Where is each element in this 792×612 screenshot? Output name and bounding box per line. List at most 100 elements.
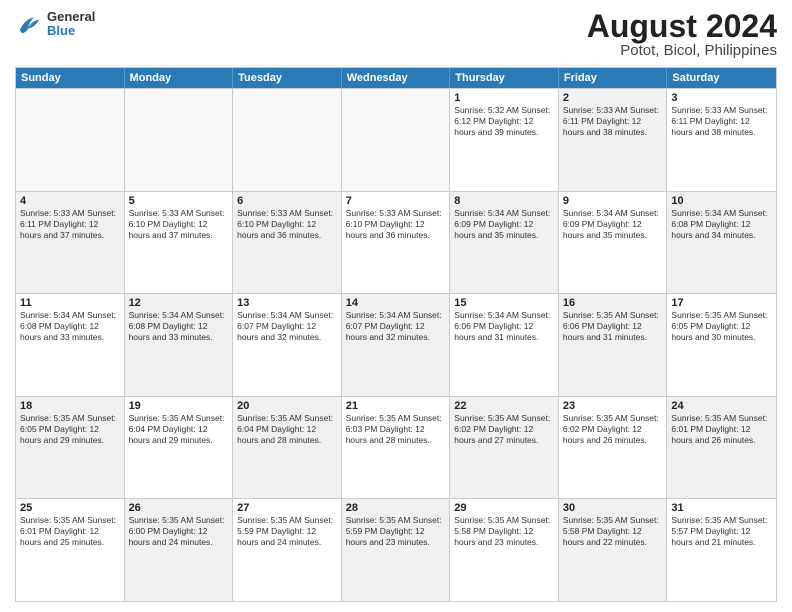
day-number: 5: [129, 195, 229, 207]
calendar-cell-15: 15Sunrise: 5:34 AM Sunset: 6:06 PM Dayli…: [450, 294, 559, 396]
day-number: 1: [454, 92, 554, 104]
page: General Blue August 2024 Potot, Bicol, P…: [0, 0, 792, 612]
day-info: Sunrise: 5:35 AM Sunset: 6:04 PM Dayligh…: [237, 413, 337, 446]
calendar-cell-9: 9Sunrise: 5:34 AM Sunset: 6:09 PM Daylig…: [559, 192, 668, 294]
day-number: 11: [20, 297, 120, 309]
day-number: 27: [237, 502, 337, 514]
calendar-cell-4: 4Sunrise: 5:33 AM Sunset: 6:11 PM Daylig…: [16, 192, 125, 294]
calendar-cell-27: 27Sunrise: 5:35 AM Sunset: 5:59 PM Dayli…: [233, 499, 342, 601]
calendar-cell-7: 7Sunrise: 5:33 AM Sunset: 6:10 PM Daylig…: [342, 192, 451, 294]
day-number: 31: [671, 502, 772, 514]
calendar-cell-30: 30Sunrise: 5:35 AM Sunset: 5:58 PM Dayli…: [559, 499, 668, 601]
day-info: Sunrise: 5:35 AM Sunset: 5:59 PM Dayligh…: [346, 515, 446, 548]
day-info: Sunrise: 5:33 AM Sunset: 6:10 PM Dayligh…: [237, 208, 337, 241]
day-info: Sunrise: 5:34 AM Sunset: 6:06 PM Dayligh…: [454, 310, 554, 343]
calendar-cell-empty-0-2: [233, 89, 342, 191]
day-info: Sunrise: 5:32 AM Sunset: 6:12 PM Dayligh…: [454, 105, 554, 138]
day-info: Sunrise: 5:35 AM Sunset: 6:06 PM Dayligh…: [563, 310, 663, 343]
calendar-row-3: 18Sunrise: 5:35 AM Sunset: 6:05 PM Dayli…: [16, 396, 776, 499]
day-info: Sunrise: 5:35 AM Sunset: 6:05 PM Dayligh…: [20, 413, 120, 446]
calendar: SundayMondayTuesdayWednesdayThursdayFrid…: [15, 67, 777, 602]
day-info: Sunrise: 5:35 AM Sunset: 5:58 PM Dayligh…: [563, 515, 663, 548]
day-info: Sunrise: 5:33 AM Sunset: 6:10 PM Dayligh…: [346, 208, 446, 241]
calendar-cell-29: 29Sunrise: 5:35 AM Sunset: 5:58 PM Dayli…: [450, 499, 559, 601]
calendar-cell-22: 22Sunrise: 5:35 AM Sunset: 6:02 PM Dayli…: [450, 397, 559, 499]
day-number: 30: [563, 502, 663, 514]
header-day-tuesday: Tuesday: [233, 68, 342, 88]
calendar-cell-empty-0-1: [125, 89, 234, 191]
calendar-header: SundayMondayTuesdayWednesdayThursdayFrid…: [16, 68, 776, 88]
header-day-sunday: Sunday: [16, 68, 125, 88]
calendar-cell-empty-0-0: [16, 89, 125, 191]
header-day-monday: Monday: [125, 68, 234, 88]
header-day-saturday: Saturday: [667, 68, 776, 88]
calendar-cell-28: 28Sunrise: 5:35 AM Sunset: 5:59 PM Dayli…: [342, 499, 451, 601]
calendar-cell-3: 3Sunrise: 5:33 AM Sunset: 6:11 PM Daylig…: [667, 89, 776, 191]
day-number: 28: [346, 502, 446, 514]
day-info: Sunrise: 5:34 AM Sunset: 6:08 PM Dayligh…: [129, 310, 229, 343]
day-number: 25: [20, 502, 120, 514]
day-number: 12: [129, 297, 229, 309]
day-number: 29: [454, 502, 554, 514]
day-number: 6: [237, 195, 337, 207]
calendar-subtitle: Potot, Bicol, Philippines: [587, 42, 777, 59]
day-info: Sunrise: 5:35 AM Sunset: 6:02 PM Dayligh…: [563, 413, 663, 446]
calendar-title: August 2024: [587, 10, 777, 42]
day-info: Sunrise: 5:34 AM Sunset: 6:09 PM Dayligh…: [454, 208, 554, 241]
calendar-cell-17: 17Sunrise: 5:35 AM Sunset: 6:05 PM Dayli…: [667, 294, 776, 396]
day-info: Sunrise: 5:35 AM Sunset: 6:05 PM Dayligh…: [671, 310, 772, 343]
calendar-cell-18: 18Sunrise: 5:35 AM Sunset: 6:05 PM Dayli…: [16, 397, 125, 499]
day-info: Sunrise: 5:35 AM Sunset: 6:01 PM Dayligh…: [671, 413, 772, 446]
header: General Blue August 2024 Potot, Bicol, P…: [15, 10, 777, 59]
day-info: Sunrise: 5:33 AM Sunset: 6:11 PM Dayligh…: [563, 105, 663, 138]
day-number: 13: [237, 297, 337, 309]
calendar-cell-16: 16Sunrise: 5:35 AM Sunset: 6:06 PM Dayli…: [559, 294, 668, 396]
day-info: Sunrise: 5:35 AM Sunset: 5:59 PM Dayligh…: [237, 515, 337, 548]
day-number: 17: [671, 297, 772, 309]
day-number: 23: [563, 400, 663, 412]
day-number: 14: [346, 297, 446, 309]
day-number: 8: [454, 195, 554, 207]
day-number: 18: [20, 400, 120, 412]
day-info: Sunrise: 5:35 AM Sunset: 5:58 PM Dayligh…: [454, 515, 554, 548]
day-number: 16: [563, 297, 663, 309]
day-number: 2: [563, 92, 663, 104]
calendar-cell-8: 8Sunrise: 5:34 AM Sunset: 6:09 PM Daylig…: [450, 192, 559, 294]
day-number: 10: [671, 195, 772, 207]
day-number: 9: [563, 195, 663, 207]
day-number: 22: [454, 400, 554, 412]
calendar-cell-23: 23Sunrise: 5:35 AM Sunset: 6:02 PM Dayli…: [559, 397, 668, 499]
day-number: 19: [129, 400, 229, 412]
calendar-cell-24: 24Sunrise: 5:35 AM Sunset: 6:01 PM Dayli…: [667, 397, 776, 499]
title-block: August 2024 Potot, Bicol, Philippines: [587, 10, 777, 59]
logo-line2: Blue: [47, 24, 95, 38]
calendar-cell-10: 10Sunrise: 5:34 AM Sunset: 6:08 PM Dayli…: [667, 192, 776, 294]
logo-line1: General: [47, 10, 95, 24]
day-number: 26: [129, 502, 229, 514]
calendar-cell-26: 26Sunrise: 5:35 AM Sunset: 6:00 PM Dayli…: [125, 499, 234, 601]
calendar-cell-12: 12Sunrise: 5:34 AM Sunset: 6:08 PM Dayli…: [125, 294, 234, 396]
day-info: Sunrise: 5:34 AM Sunset: 6:09 PM Dayligh…: [563, 208, 663, 241]
calendar-row-0: 1Sunrise: 5:32 AM Sunset: 6:12 PM Daylig…: [16, 88, 776, 191]
day-number: 20: [237, 400, 337, 412]
day-info: Sunrise: 5:34 AM Sunset: 6:07 PM Dayligh…: [346, 310, 446, 343]
calendar-cell-21: 21Sunrise: 5:35 AM Sunset: 6:03 PM Dayli…: [342, 397, 451, 499]
header-day-wednesday: Wednesday: [342, 68, 451, 88]
header-day-friday: Friday: [559, 68, 668, 88]
day-info: Sunrise: 5:33 AM Sunset: 6:10 PM Dayligh…: [129, 208, 229, 241]
day-info: Sunrise: 5:33 AM Sunset: 6:11 PM Dayligh…: [671, 105, 772, 138]
calendar-cell-6: 6Sunrise: 5:33 AM Sunset: 6:10 PM Daylig…: [233, 192, 342, 294]
calendar-cell-14: 14Sunrise: 5:34 AM Sunset: 6:07 PM Dayli…: [342, 294, 451, 396]
calendar-cell-25: 25Sunrise: 5:35 AM Sunset: 6:01 PM Dayli…: [16, 499, 125, 601]
calendar-row-1: 4Sunrise: 5:33 AM Sunset: 6:11 PM Daylig…: [16, 191, 776, 294]
day-number: 15: [454, 297, 554, 309]
day-info: Sunrise: 5:35 AM Sunset: 6:02 PM Dayligh…: [454, 413, 554, 446]
day-info: Sunrise: 5:35 AM Sunset: 6:04 PM Dayligh…: [129, 413, 229, 446]
logo-text: General Blue: [47, 10, 95, 39]
header-day-thursday: Thursday: [450, 68, 559, 88]
day-number: 3: [671, 92, 772, 104]
day-info: Sunrise: 5:35 AM Sunset: 6:03 PM Dayligh…: [346, 413, 446, 446]
calendar-cell-13: 13Sunrise: 5:34 AM Sunset: 6:07 PM Dayli…: [233, 294, 342, 396]
day-info: Sunrise: 5:34 AM Sunset: 6:08 PM Dayligh…: [20, 310, 120, 343]
calendar-cell-2: 2Sunrise: 5:33 AM Sunset: 6:11 PM Daylig…: [559, 89, 668, 191]
